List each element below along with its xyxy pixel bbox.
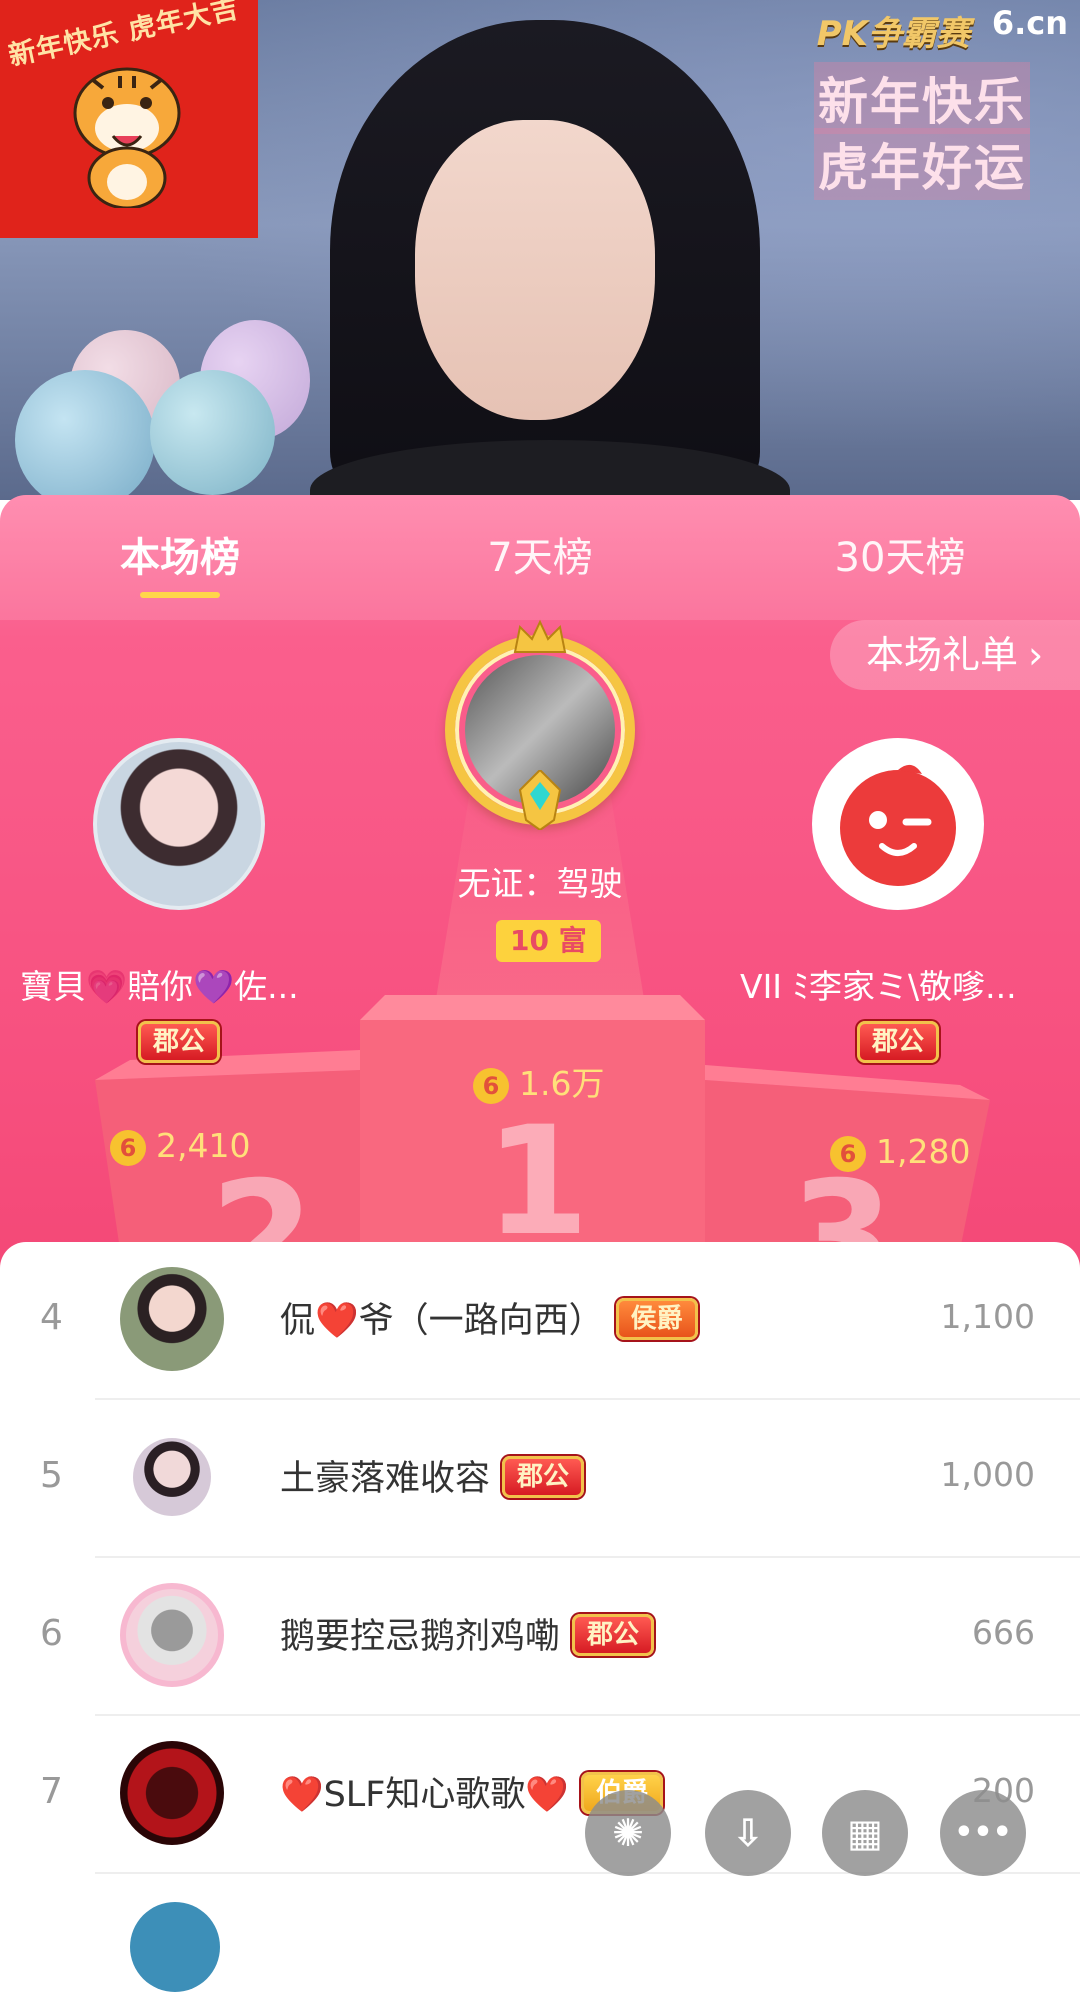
coin-icon: 6 (830, 1135, 866, 1172)
rank-number: 6 (40, 1613, 63, 1654)
list-item[interactable]: 6 鹅要控忌鹅剂鸡嘞 郡公 666 (0, 1558, 1080, 1716)
second-place-name: 寶貝💗賠你💜佐... (20, 967, 299, 1006)
score-value: 2,410 (156, 1126, 251, 1165)
download-button[interactable]: ⇩ (705, 1790, 791, 1876)
user-name: 鹅要控忌鹅剂鸡嘞 (280, 1617, 561, 1657)
coin-icon: 6 (473, 1067, 509, 1104)
rank-number: 4 (40, 1297, 63, 1338)
gift-list-button[interactable]: 本场礼单 › (830, 620, 1080, 690)
list-item[interactable]: 5 土豪落难收容 郡公 1,000 (0, 1400, 1080, 1558)
rank-badge-label: 郡公 (153, 1027, 206, 1057)
gift-list-label: 本场礼单 (866, 633, 1019, 677)
rank-badge: 郡公 (857, 1021, 940, 1063)
rank-number: 5 (40, 1455, 63, 1496)
score-value: 1,280 (876, 1132, 971, 1171)
live-video-area[interactable]: 新年快乐 虎年大吉 PK争霸赛 6.cn 新年快乐 虎年好运 (0, 0, 1080, 500)
winking-face-icon (840, 764, 956, 886)
leaderboard-tabs: 本场榜 7天榜 30天榜 (0, 495, 1080, 620)
user-name: 侃❤️爷（一路向西） (280, 1301, 604, 1341)
contribution-amount: 1,000 (940, 1455, 1035, 1494)
site-logo: 6.cn (991, 4, 1068, 42)
apps-grid-button[interactable]: ▦ (822, 1790, 908, 1876)
rank-list[interactable]: 4 侃❤️爷（一路向西） 侯爵 1,100 5 土豪落难收容 郡公 1,000 6 … (0, 1242, 1080, 1992)
user-name: 土豪落难收容 (280, 1459, 491, 1499)
tab-30-days[interactable]: 30天榜 (770, 525, 1030, 583)
greeting-line-2: 虎年好运 (814, 128, 1030, 200)
rank-badge-label: 郡公 (872, 1027, 925, 1057)
list-item[interactable]: 7 ❤️SLF知心歌歌❤️伯爵 200 (0, 1716, 1080, 1874)
divider (95, 1872, 1080, 1874)
avatar (120, 1583, 224, 1687)
coin-icon: 6 (110, 1129, 146, 1166)
second-place-score: 6 2,410 (110, 1126, 250, 1166)
rank-badge: 侯爵 (615, 1298, 698, 1340)
contribution-amount: 1,100 (940, 1297, 1035, 1336)
rank-number: 7 (40, 1771, 63, 1812)
chevron-right-icon: › (1028, 633, 1044, 677)
first-place-name: 无证：驾驶 (457, 864, 623, 903)
tab-this-session[interactable]: 本场榜 (50, 525, 310, 583)
balloon-image (15, 370, 155, 500)
third-place-score: 6 1,280 (830, 1132, 970, 1172)
tab-7-days[interactable]: 7天榜 (410, 525, 670, 583)
score-value: 1.6万 (519, 1064, 605, 1103)
more-icon: ••• (954, 1815, 1012, 1850)
sparkle-icon: ✺ (612, 1811, 644, 1855)
list-item-name: 鹅要控忌鹅剂鸡嘞 郡公 (280, 1608, 655, 1659)
avatar (130, 1902, 220, 1992)
effects-button[interactable]: ✺ (585, 1790, 671, 1876)
third-place-name: VII ﾐ李家ミ\敬嗲... (740, 967, 1017, 1006)
avatar (120, 1741, 224, 1845)
balloon-image (150, 370, 275, 495)
rank-badge: 郡公 (502, 1456, 585, 1498)
streamer-image (310, 20, 790, 500)
rank-badge: 郡公 (572, 1614, 655, 1656)
tiger-icon (73, 67, 181, 208)
download-icon: ⇩ (732, 1811, 764, 1855)
list-item[interactable]: 4 侃❤️爷（一路向西） 侯爵 1,100 (0, 1242, 1080, 1400)
second-place-avatar[interactable] (93, 738, 265, 910)
wealth-level-badge: 10 富 (496, 920, 601, 962)
rank-badge: 郡公 (138, 1021, 221, 1063)
more-button[interactable]: ••• (940, 1790, 1026, 1876)
third-place-avatar[interactable] (812, 738, 984, 910)
new-year-sticker: 新年快乐 虎年大吉 (0, 0, 258, 238)
first-place-score: 6 1.6万 (473, 1057, 604, 1105)
active-tab-indicator (140, 592, 220, 598)
emblem-icon (518, 770, 562, 830)
avatar (133, 1438, 211, 1516)
user-name: ❤️SLF知心歌歌❤️ (280, 1775, 570, 1815)
crown-icon (513, 619, 567, 653)
list-item-name: 土豪落难收容 郡公 (280, 1450, 585, 1501)
brand-logo: PK争霸赛 (816, 14, 970, 54)
greeting-line-1: 新年快乐 (814, 62, 1030, 134)
list-item-name: 侃❤️爷（一路向西） 侯爵 (280, 1292, 698, 1343)
avatar (120, 1267, 224, 1371)
grid-icon: ▦ (847, 1811, 883, 1855)
contribution-amount: 666 (972, 1613, 1035, 1652)
